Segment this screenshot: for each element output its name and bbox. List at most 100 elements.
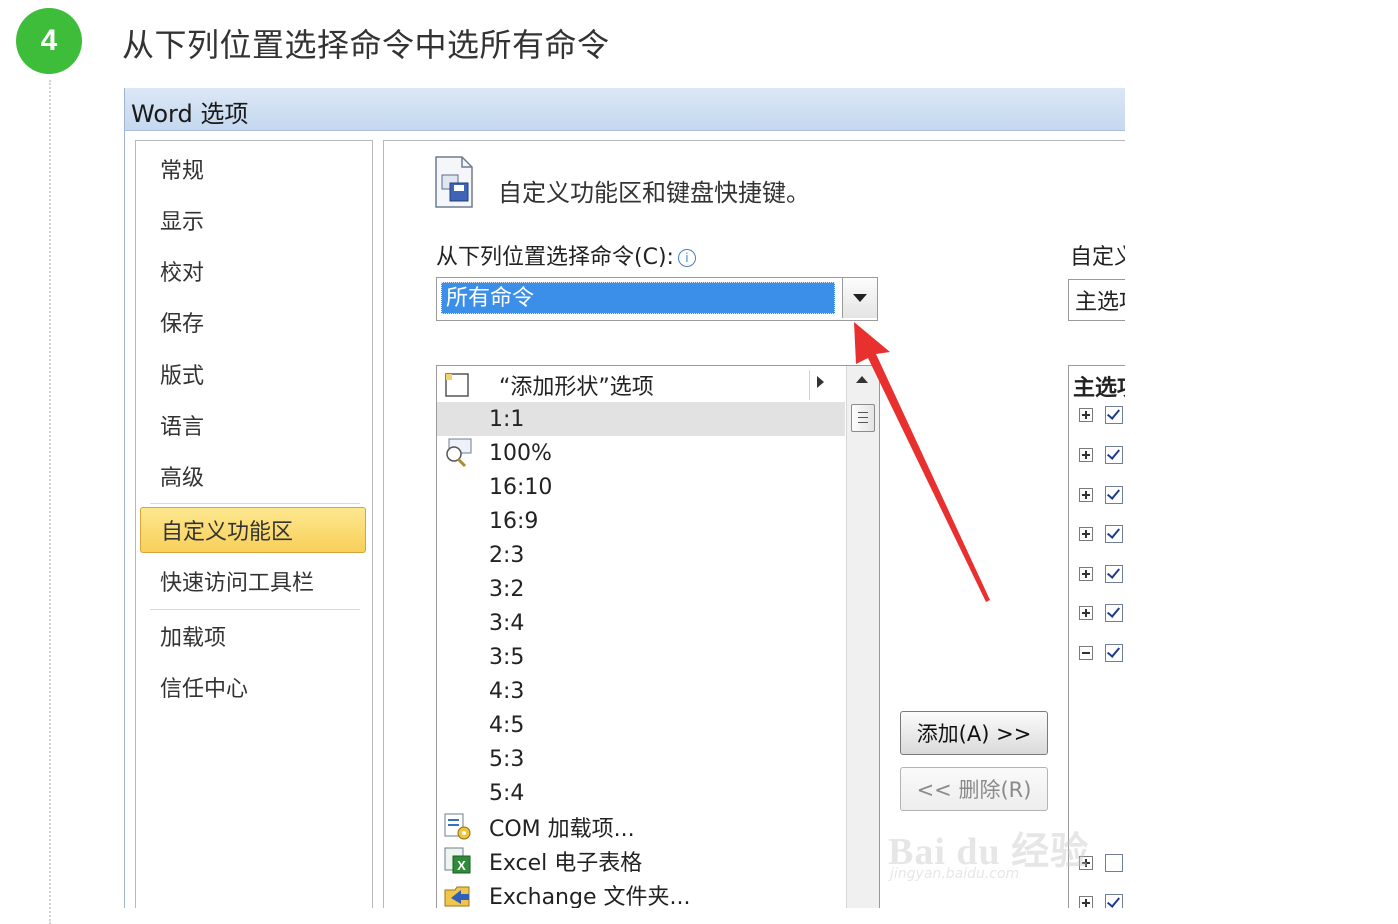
watermark-url: jingyan.baidu.com (890, 866, 1020, 882)
expand-plus-icon[interactable] (1079, 606, 1093, 620)
submenu-arrow-icon (817, 376, 824, 388)
nav-item-layout[interactable]: 版式 (136, 354, 368, 394)
list-item[interactable]: 3:2 (437, 572, 845, 606)
shape-icon (445, 373, 469, 397)
list-item[interactable]: 3:4 (437, 606, 845, 640)
tab-checkbox[interactable] (1105, 486, 1123, 504)
nav-item-general[interactable]: 常规 (136, 149, 368, 189)
tab-checkbox[interactable] (1105, 565, 1123, 583)
dialog-title: Word 选项 (131, 100, 249, 128)
list-item[interactable]: 16:10 (437, 470, 845, 504)
excel-icon: X (444, 847, 471, 874)
customize-ribbon-icon (435, 156, 473, 208)
list-item-label: 100% (489, 440, 552, 466)
list-item-label: 16:9 (489, 508, 539, 534)
expand-plus-icon[interactable] (1079, 408, 1093, 422)
list-item[interactable]: 4:3 (437, 674, 845, 708)
list-item[interactable]: 100% (437, 436, 845, 470)
choose-commands-value: 所有命令 (441, 282, 835, 314)
submenu-divider (809, 370, 810, 400)
baidu-watermark: Bai du 经验 jingyan.baidu.com (888, 816, 1088, 896)
list-item[interactable]: 5:4 (437, 776, 845, 810)
nav-item-addins[interactable]: 加载项 (136, 616, 368, 656)
tab-checkbox[interactable] (1105, 894, 1123, 908)
list-item-label: 4:5 (489, 712, 525, 738)
remove-button[interactable]: << 删除(R) (900, 767, 1048, 811)
nav-item-label: 校对 (160, 261, 205, 286)
list-item-label: 5:3 (489, 746, 525, 772)
list-item[interactable]: Exchange 文件夹... (437, 878, 845, 908)
nav-item-label: 版式 (160, 364, 205, 389)
expand-plus-icon[interactable] (1079, 527, 1093, 541)
nav-item-label: 显示 (160, 210, 205, 235)
step-number-badge: 4 (16, 8, 82, 74)
pane-heading: 自定义功能区和键盘快捷键。 (498, 179, 810, 207)
nav-item-customize-ribbon[interactable]: 自定义功能区 (140, 507, 366, 553)
list-item-label: “添加形状”选项 (499, 375, 654, 400)
nav-item-label: 高级 (160, 466, 205, 491)
nav-item-label: 加载项 (160, 626, 227, 651)
list-item[interactable]: 3:5 (437, 640, 845, 674)
list-item-label: 3:5 (489, 644, 525, 670)
list-item-label: 3:2 (489, 576, 525, 602)
expand-plus-icon[interactable] (1079, 896, 1093, 908)
expand-plus-icon[interactable] (1079, 567, 1093, 581)
nav-item-label: 语言 (160, 415, 205, 440)
list-item[interactable]: 1:1 (437, 402, 845, 436)
list-item[interactable]: 5:3 (437, 742, 845, 776)
list-item-label: Exchange 文件夹... (489, 885, 691, 908)
choose-commands-dropdown[interactable]: 所有命令 (436, 277, 878, 321)
list-item-label: 4:3 (489, 678, 525, 704)
list-item-label: 3:4 (489, 610, 525, 636)
nav-item-trust-center[interactable]: 信任中心 (136, 667, 368, 707)
expand-plus-icon[interactable] (1079, 488, 1093, 502)
collapse-minus-icon[interactable] (1079, 646, 1093, 660)
nav-item-language[interactable]: 语言 (136, 405, 368, 445)
tab-checkbox[interactable] (1105, 446, 1123, 464)
zoom-100-icon (446, 438, 472, 468)
tab-checkbox[interactable] (1105, 604, 1123, 622)
nav-item-display[interactable]: 显示 (136, 200, 368, 240)
step-title: 从下列位置选择命令中选所有命令 (122, 26, 610, 64)
nav-divider (150, 503, 360, 504)
tree-header: 主选项卡 (1073, 376, 1125, 401)
dropdown-button[interactable] (842, 278, 877, 318)
list-item-label: 16:10 (489, 474, 553, 500)
dialog-titlebar[interactable]: Word 选项 (125, 88, 1125, 131)
nav-item-advanced[interactable]: 高级 (136, 456, 368, 496)
exchange-folder-icon (444, 886, 470, 907)
commands-list[interactable]: “添加形状”选项 1:1 100% 16:10 16:9 2:3 3:2 3:4… (436, 365, 880, 908)
list-item-label: 2:3 (489, 542, 525, 568)
nav-item-quick-access-toolbar[interactable]: 快速访问工具栏 (136, 561, 368, 601)
list-item[interactable]: “添加形状”选项 (437, 368, 845, 402)
expand-plus-icon[interactable] (1079, 448, 1093, 462)
tab-checkbox[interactable] (1105, 854, 1123, 872)
nav-item-proofing[interactable]: 校对 (136, 251, 368, 291)
list-item[interactable]: 16:9 (437, 504, 845, 538)
info-icon[interactable]: i (677, 249, 696, 267)
list-item-label: Excel 电子表格 (489, 851, 643, 876)
nav-item-label: 保存 (160, 312, 205, 337)
list-item[interactable]: COM 加载项... (437, 810, 845, 844)
svg-text:X: X (457, 858, 466, 873)
nav-divider (150, 609, 360, 610)
com-addin-icon (444, 813, 471, 840)
customize-ribbon-value: 主选项卡 (1075, 290, 1125, 315)
list-item-label: 5:4 (489, 780, 525, 806)
list-item-label: COM 加载项... (489, 817, 635, 842)
customize-ribbon-label: 自定义功能区 (1070, 245, 1125, 270)
red-arrow-annotation (854, 322, 990, 602)
nav-item-label: 自定义功能区 (161, 520, 294, 545)
tab-checkbox[interactable] (1105, 525, 1123, 543)
chevron-down-icon (853, 294, 867, 302)
tab-checkbox[interactable] (1105, 406, 1123, 424)
list-item[interactable]: 4:5 (437, 708, 845, 742)
tab-checkbox[interactable] (1105, 644, 1123, 662)
options-nav: 常规 显示 校对 保存 版式 语言 高级 自定义功能区 快速访问工具栏 加载项 … (135, 140, 373, 908)
customize-ribbon-dropdown[interactable]: 主选项卡 (1068, 279, 1125, 321)
list-item-label: 1:1 (489, 406, 525, 432)
list-item[interactable]: X Excel 电子表格 (437, 844, 845, 878)
nav-item-save[interactable]: 保存 (136, 302, 368, 342)
add-button[interactable]: 添加(A) >> (900, 711, 1048, 755)
list-item[interactable]: 2:3 (437, 538, 845, 572)
